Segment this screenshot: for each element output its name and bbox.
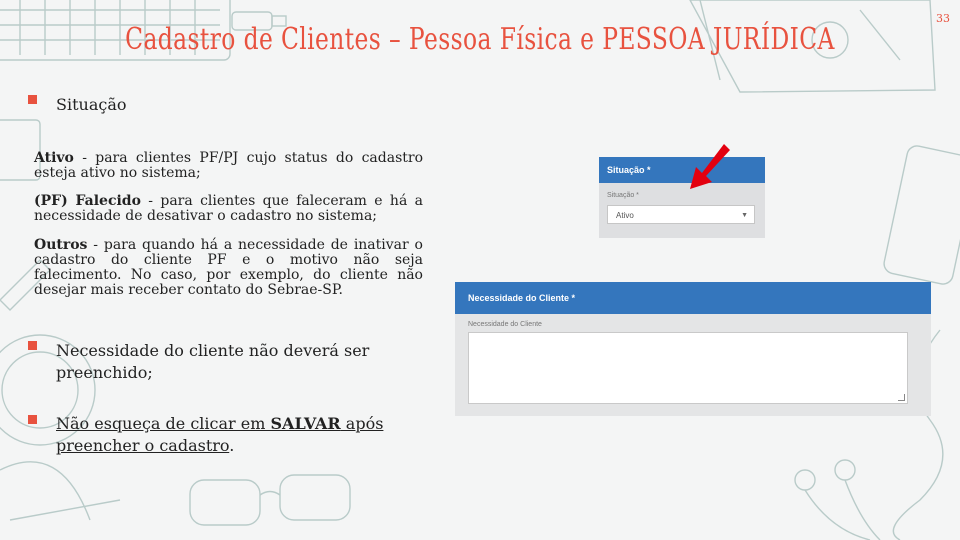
situacao-form-panel: Situação * Situação * Ativo ▼ (599, 157, 765, 238)
necessidade-form-panel: Necessidade do Cliente * Necessidade do … (455, 282, 931, 416)
necessidade-field-label: Necessidade do Cliente (468, 321, 542, 328)
ativo-paragraph: Ativo - para clientes PF/PJ cujo status … (34, 151, 423, 181)
slide-title: Cadastro de Clientes – Pessoa Física e P… (125, 22, 835, 57)
falecido-term: (PF) Falecido (34, 193, 141, 209)
outros-term: Outros (34, 237, 88, 253)
resize-handle-icon[interactable] (898, 394, 905, 401)
page-number: 33 (936, 12, 950, 25)
outros-paragraph: Outros - para quando há a necessidade de… (34, 238, 423, 298)
ativo-text: - para clientes PF/PJ cujo status do cad… (34, 150, 423, 181)
bullet-salvar: Não esqueça de clicar em SALVAR após pre… (56, 413, 386, 457)
situacao-panel-header: Situação * (599, 157, 765, 183)
bullet-marker (28, 415, 37, 424)
red-arrow-icon (690, 144, 730, 189)
salvar-end: . (229, 436, 235, 455)
situacao-field-label: Situação * (607, 192, 639, 199)
bullet-situacao: Situação (56, 95, 127, 114)
bullet-marker (28, 95, 37, 104)
falecido-paragraph: (PF) Falecido - para clientes que falece… (34, 194, 423, 224)
bullet-marker (28, 341, 37, 350)
outros-text: - para quando há a necessidade de inativ… (34, 237, 423, 298)
salvar-bold: SALVAR (270, 414, 341, 433)
necessidade-panel-header: Necessidade do Cliente * (455, 282, 931, 314)
bullet-necessidade: Necessidade do cliente não deverá ser pr… (56, 341, 370, 382)
salvar-pre: Não esqueça de clicar em (56, 414, 271, 433)
chevron-down-icon: ▼ (741, 212, 748, 219)
situacao-select[interactable]: Ativo ▼ (607, 205, 755, 224)
situacao-select-value: Ativo (616, 211, 634, 220)
ativo-term: Ativo (34, 150, 74, 166)
necessidade-textarea[interactable] (468, 332, 908, 404)
